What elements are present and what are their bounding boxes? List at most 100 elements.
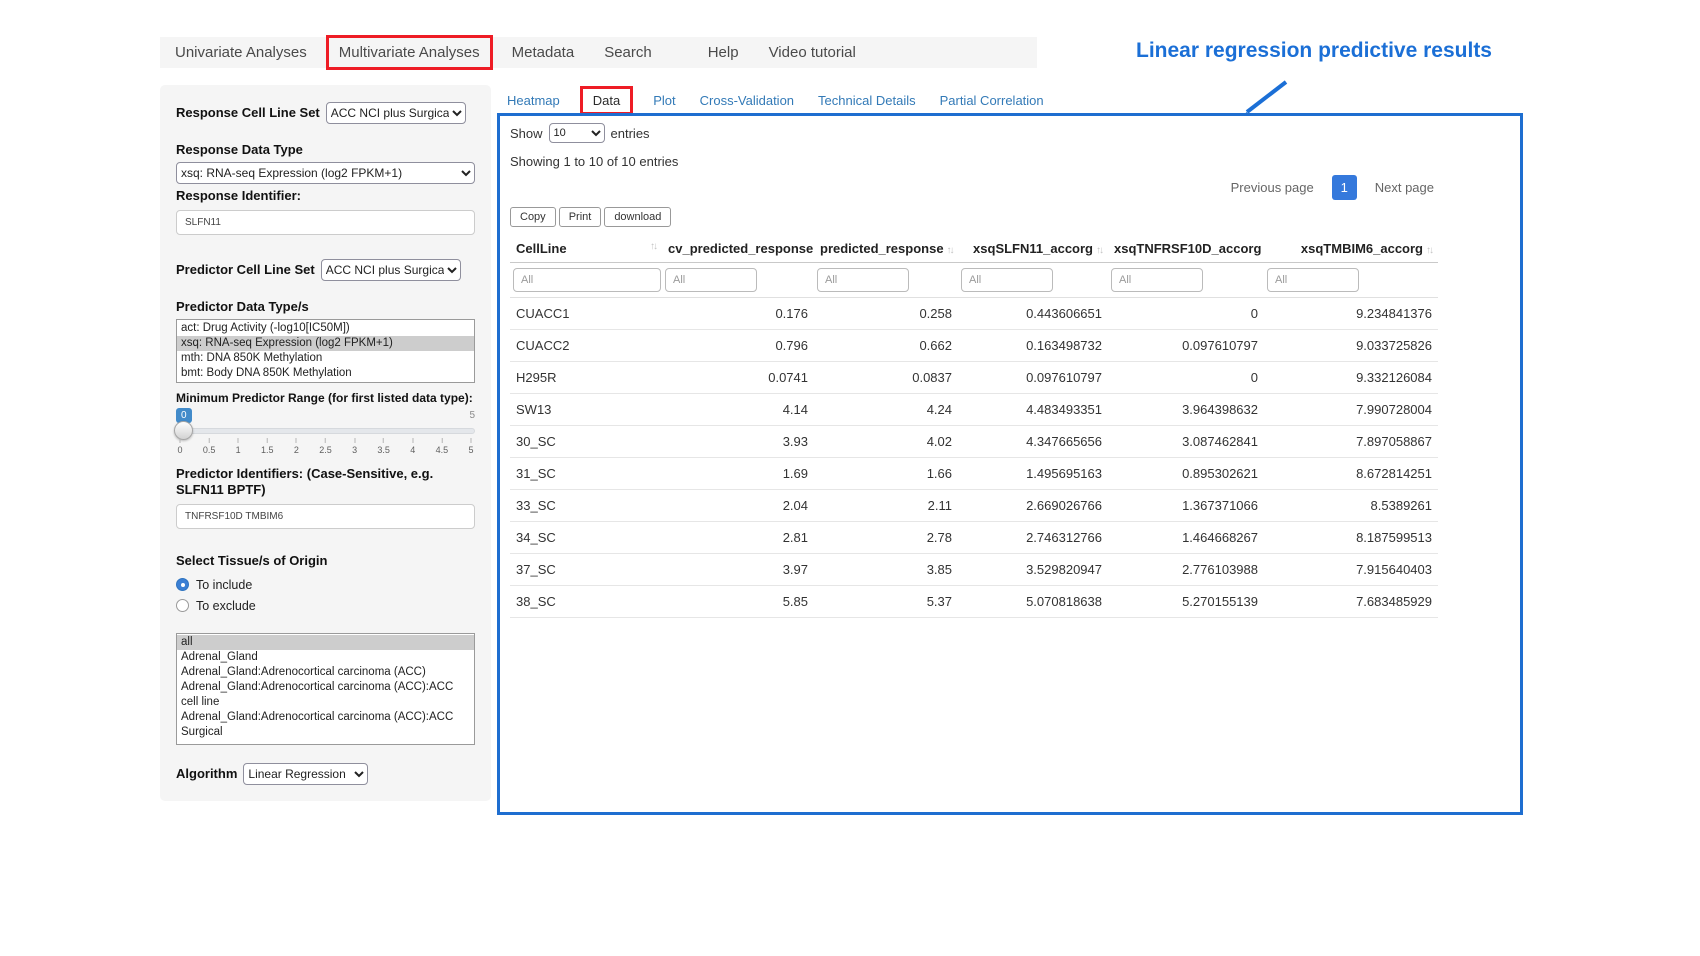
filter-input-xsqtmbim6-accorg[interactable]	[1267, 268, 1359, 292]
nav-item-help[interactable]: Help	[693, 44, 754, 61]
sort-icon[interactable]: ↑↓	[650, 241, 656, 252]
algorithm-label: Algorithm	[176, 766, 237, 782]
predictor-data-type-list[interactable]: act: Drug Activity (-log10[IC50M])xsq: R…	[176, 319, 475, 383]
slider-tick: 2.5	[319, 438, 332, 455]
tissue-include-radio[interactable]: To include	[176, 575, 475, 594]
slider-grid: 00.511.522.533.544.55	[180, 438, 471, 458]
slider-tick: 1.5	[261, 438, 274, 455]
slider-tick: 1	[236, 438, 241, 455]
filter-cell	[1264, 263, 1438, 298]
column-header-xsqtnfrsf10d-accorg[interactable]: xsqTNFRSF10D_accorg↑↓	[1108, 235, 1264, 263]
table-row[interactable]: 30_SC3.934.024.3476656563.0874628417.897…	[510, 426, 1438, 458]
cellline-cell: 33_SC	[510, 490, 662, 522]
slider-tick: 4	[410, 438, 415, 455]
slider-track[interactable]	[176, 428, 475, 434]
tab-plot[interactable]: Plot	[653, 93, 675, 108]
table-row[interactable]: 33_SC2.042.112.6690267661.3673710668.538…	[510, 490, 1438, 522]
slider-tick: 5	[468, 438, 473, 455]
data-type-option-xsq[interactable]: xsq: RNA-seq Expression (log2 FPKM+1)	[177, 336, 474, 351]
nav-item-metadata[interactable]: Metadata	[497, 44, 590, 61]
filter-input-cellline[interactable]	[513, 268, 661, 292]
response-identifier-input[interactable]	[176, 210, 475, 235]
table-row[interactable]: CUACC20.7960.6620.1634987320.0976107979.…	[510, 330, 1438, 362]
page-1-button[interactable]: 1	[1332, 175, 1357, 200]
predictor-identifiers-input[interactable]	[176, 504, 475, 529]
tab-cross-validation[interactable]: Cross-Validation	[700, 93, 794, 108]
response-data-type-select[interactable]: xsq: RNA-seq Expression (log2 FPKM+1)	[176, 162, 475, 184]
table-row[interactable]: 31_SC1.691.661.4956951630.8953026218.672…	[510, 458, 1438, 490]
sort-icon[interactable]: ↑↓	[1096, 245, 1102, 256]
predictor-data-type-label: Predictor Data Type/s	[176, 299, 475, 315]
value-cell: 8.187599513	[1264, 522, 1438, 554]
filter-input-cv-predicted-response[interactable]	[665, 268, 757, 292]
table-row[interactable]: SW134.144.244.4834933513.9643986327.9907…	[510, 394, 1438, 426]
previous-page-button[interactable]: Previous page	[1227, 176, 1318, 199]
value-cell: 3.97	[662, 554, 814, 586]
nav-item-univariate-analyses[interactable]: Univariate Analyses	[160, 44, 322, 61]
value-cell: 7.683485929	[1264, 586, 1438, 618]
tissue-option-1[interactable]: Adrenal_Gland	[177, 650, 474, 665]
response-cell-line-set-select[interactable]: ACC NCI plus Surgical	[326, 102, 466, 124]
slider-tick: 0	[177, 438, 182, 455]
print-button[interactable]: Print	[559, 207, 602, 227]
slider-tick: 4.5	[436, 438, 449, 455]
tissue-list[interactable]: allAdrenal_GlandAdrenal_Gland:Adrenocort…	[176, 633, 475, 745]
response-data-type-label: Response Data Type	[176, 142, 475, 158]
algorithm-select[interactable]: Linear Regression	[243, 763, 368, 785]
column-header-xsqtmbim6-accorg[interactable]: xsqTMBIM6_accorg↑↓	[1264, 235, 1438, 263]
showing-entries-text: Showing 1 to 10 of 10 entries	[510, 154, 1438, 169]
tissue-option-2[interactable]: Adrenal_Gland:Adrenocortical carcinoma (…	[177, 665, 474, 680]
next-page-button[interactable]: Next page	[1371, 176, 1438, 199]
column-header-predicted-response[interactable]: predicted_response↑↓	[814, 235, 958, 263]
cellline-cell: 34_SC	[510, 522, 662, 554]
value-cell: 2.04	[662, 490, 814, 522]
column-header-cv-predicted-response[interactable]: cv_predicted_response↑↓	[662, 235, 814, 263]
table-row[interactable]: CUACC10.1760.2580.44360665109.234841376	[510, 298, 1438, 330]
table-row[interactable]: 34_SC2.812.782.7463127661.4646682678.187…	[510, 522, 1438, 554]
tissue-exclude-radio[interactable]: To exclude	[176, 596, 475, 615]
response-cell-line-set-label: Response Cell Line Set	[176, 105, 320, 121]
filter-input-xsqtnfrsf10d-accorg[interactable]	[1111, 268, 1203, 292]
value-cell: 1.464668267	[1108, 522, 1264, 554]
data-type-option-mth[interactable]: mth: DNA 850K Methylation	[177, 351, 474, 366]
response-identifier-label: Response Identifier:	[176, 188, 475, 204]
sort-icon[interactable]: ↑↓	[1426, 245, 1432, 256]
value-cell: 9.234841376	[1264, 298, 1438, 330]
entries-count-select[interactable]: 10	[549, 123, 605, 143]
tab-data[interactable]: Data	[580, 86, 633, 115]
cellline-cell: CUACC2	[510, 330, 662, 362]
filter-cell	[510, 263, 662, 298]
column-header-cellline[interactable]: CellLine↑↓	[510, 235, 662, 263]
table-row[interactable]: 37_SC3.973.853.5298209472.7761039887.915…	[510, 554, 1438, 586]
filter-cell	[814, 263, 958, 298]
tissue-option-4[interactable]: Adrenal_Gland:Adrenocortical carcinoma (…	[177, 710, 474, 740]
nav-item-video-tutorial[interactable]: Video tutorial	[754, 44, 871, 61]
results-panel: Show 10 entries Showing 1 to 10 of 10 en…	[497, 113, 1523, 815]
value-cell: 3.964398632	[1108, 394, 1264, 426]
sort-icon[interactable]: ↑↓	[947, 245, 953, 256]
filter-input-xsqslfn11-accorg[interactable]	[961, 268, 1053, 292]
value-cell: 1.367371066	[1108, 490, 1264, 522]
nav-item-search[interactable]: Search	[589, 44, 667, 61]
table-row[interactable]: 38_SC5.855.375.0708186385.2701551397.683…	[510, 586, 1438, 618]
tab-technical-details[interactable]: Technical Details	[818, 93, 916, 108]
tissue-exclude-label: To exclude	[196, 599, 256, 613]
table-row[interactable]: H295R0.07410.08370.09761079709.332126084	[510, 362, 1438, 394]
cellline-cell: H295R	[510, 362, 662, 394]
data-type-option-bmt[interactable]: bmt: Body DNA 850K Methylation	[177, 366, 474, 381]
copy-button[interactable]: Copy	[510, 207, 556, 227]
download-button[interactable]: download	[604, 207, 671, 227]
filter-cell	[1108, 263, 1264, 298]
column-header-xsqslfn11-accorg[interactable]: xsqSLFN11_accorg↑↓	[958, 235, 1108, 263]
cellline-cell: 30_SC	[510, 426, 662, 458]
predictor-cell-line-set-select[interactable]: ACC NCI plus Surgical	[321, 259, 461, 281]
tab-partial-correlation[interactable]: Partial Correlation	[940, 93, 1044, 108]
data-type-option-act[interactable]: act: Drug Activity (-log10[IC50M])	[177, 321, 474, 336]
value-cell: 2.81	[662, 522, 814, 554]
nav-item-multivariate-analyses[interactable]: Multivariate Analyses	[326, 35, 493, 70]
tissue-option-3[interactable]: Adrenal_Gland:Adrenocortical carcinoma (…	[177, 680, 474, 710]
tab-heatmap[interactable]: Heatmap	[507, 93, 560, 108]
filter-input-predicted-response[interactable]	[817, 268, 909, 292]
tissue-option-0[interactable]: all	[177, 635, 474, 650]
radio-selected-icon	[176, 578, 189, 591]
